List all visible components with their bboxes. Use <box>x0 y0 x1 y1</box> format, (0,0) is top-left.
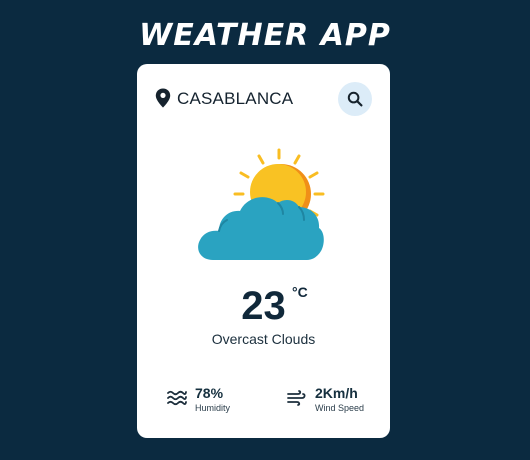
weather-description: Overcast Clouds <box>211 331 316 347</box>
search-bar: CASABLANCA <box>155 82 372 116</box>
city-name[interactable]: CASABLANCA <box>177 87 293 111</box>
temperature: 23 °C <box>137 284 390 328</box>
weather-card: CASABLANCA 23 °C Overcast Clouds 78% Hum… <box>137 64 390 438</box>
humidity-value: 78% <box>195 385 224 401</box>
app-title: WEATHER APP <box>139 18 391 53</box>
wind-icon <box>287 390 306 406</box>
search-button[interactable] <box>338 82 372 116</box>
location-pin-icon <box>155 88 171 108</box>
search-icon <box>347 91 363 107</box>
partly-cloudy-icon <box>198 148 325 260</box>
temperature-unit: °C <box>292 284 308 300</box>
wind-speed-label: Wind Speed <box>315 403 365 413</box>
wind-speed-value: 2Km/h <box>315 385 358 401</box>
temperature-value: 23 <box>241 284 286 328</box>
humidity-label: Humidity <box>195 403 231 413</box>
humidity-waves-icon <box>167 390 187 406</box>
